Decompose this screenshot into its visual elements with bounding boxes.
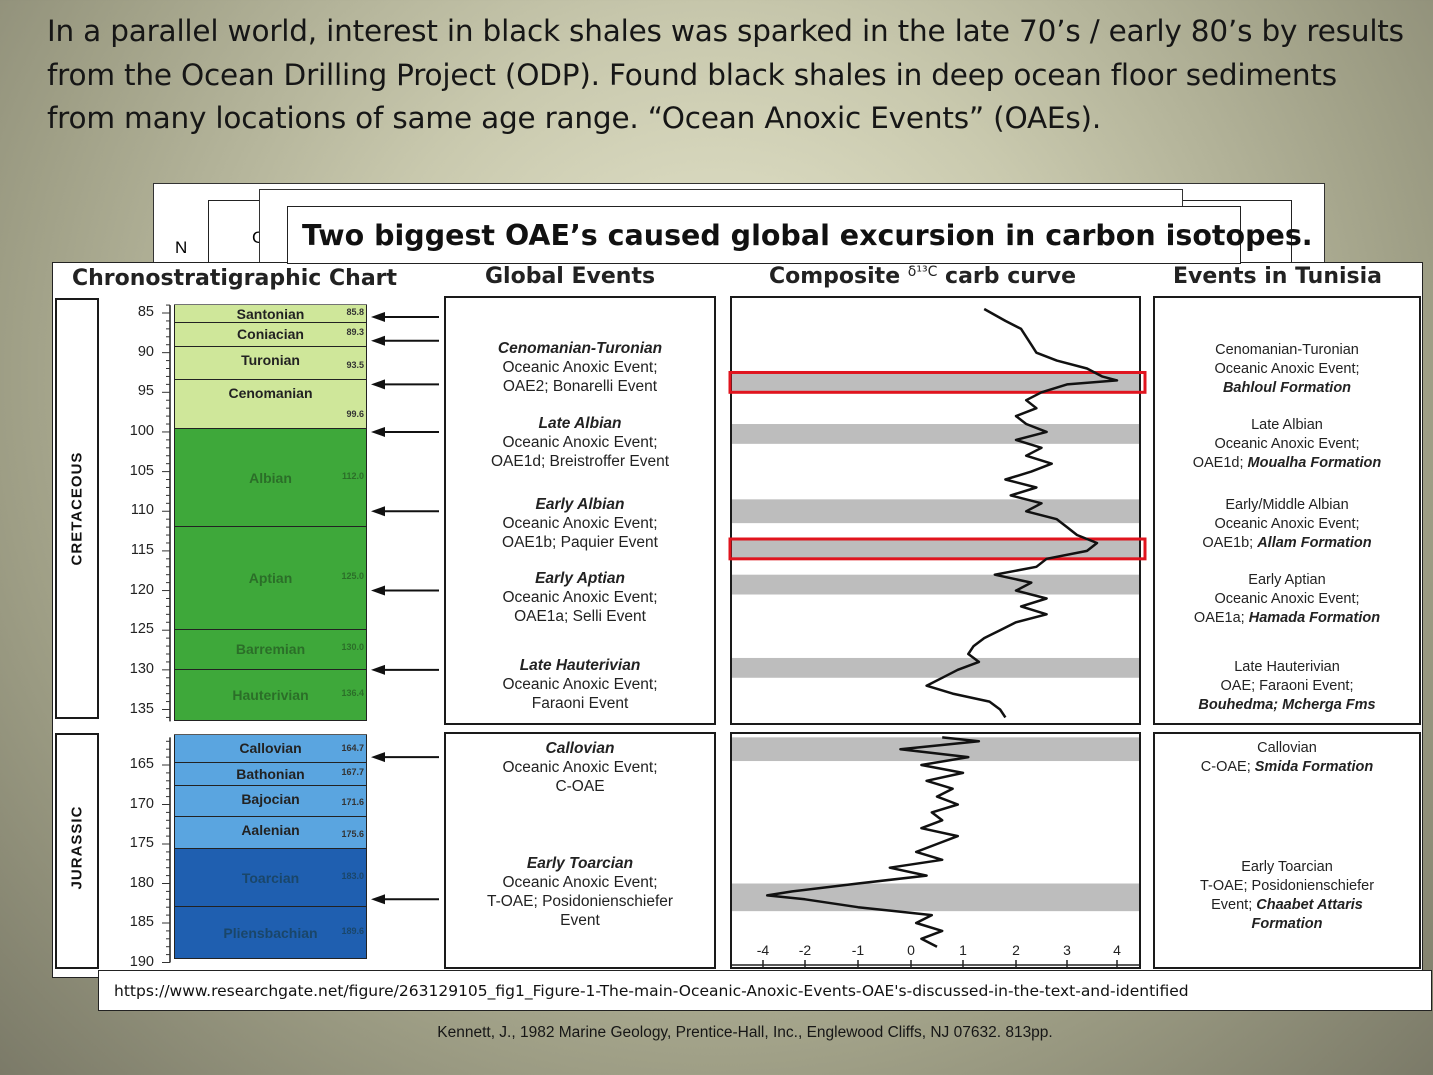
tunisia-event-line: Oceanic Anoxic Event; bbox=[1214, 361, 1360, 377]
oae-band bbox=[732, 424, 1139, 444]
global-event-line: Oceanic Anoxic Event; bbox=[502, 676, 658, 693]
global-event-line: OAE1a; Selli Event bbox=[514, 608, 646, 625]
global-event-line: Oceanic Anoxic Event; bbox=[502, 759, 658, 776]
x-tick-label: 2 bbox=[1012, 942, 1020, 958]
x-tick-label: -1 bbox=[852, 942, 865, 958]
tunisia-event-formation: Smida Formation bbox=[1254, 759, 1374, 775]
tunisia-event-prefix: C-OAE; bbox=[1200, 759, 1255, 775]
x-tick-label: 3 bbox=[1063, 942, 1071, 958]
tunisia-event-bahloul: Cenomanian-Turonian Oceanic Anoxic Event… bbox=[1154, 341, 1420, 398]
global-event-line: Faraoni Event bbox=[531, 695, 629, 712]
tunisia-event-line: Oceanic Anoxic Event; bbox=[1214, 516, 1360, 532]
global-event-title: Callovian bbox=[545, 740, 615, 757]
oae-band bbox=[732, 499, 1139, 524]
x-tick-label: 0 bbox=[907, 942, 915, 958]
global-event-line: Oceanic Anoxic Event; bbox=[502, 874, 658, 891]
oae-figure: Chronostratigraphic Chart Global Events … bbox=[52, 262, 1423, 978]
intro-line-3: from many locations of same age range. “… bbox=[47, 101, 1102, 135]
global-event-line: C-OAE bbox=[555, 778, 605, 795]
oae-band bbox=[732, 574, 1139, 595]
tunisia-event-prefix: Event; bbox=[1211, 897, 1257, 913]
tunisia-event-line: Oceanic Anoxic Event; bbox=[1214, 591, 1360, 607]
global-event-callovian: Callovian Oceanic Anoxic Event; C-OAE bbox=[448, 739, 712, 796]
tunisia-event-line: Early Toarcian bbox=[1241, 859, 1333, 875]
tunisia-event-formation: Allam Formation bbox=[1257, 535, 1372, 551]
tunisia-event-smida: Callovian C-OAE; Smida Formation bbox=[1154, 739, 1420, 777]
global-event-line: Oceanic Anoxic Event; bbox=[502, 434, 658, 451]
tunisia-event-formation: Bouhedma; Mcherga Fms bbox=[1198, 697, 1376, 713]
tunisia-event-formation: Bahloul Formation bbox=[1222, 380, 1352, 396]
global-event-cenomanian-turonian: Cenomanian-Turonian Oceanic Anoxic Event… bbox=[448, 339, 712, 396]
tunisia-event-prefix: OAE1a; bbox=[1193, 610, 1249, 626]
tunisia-event-formation: Chaabet Attaris bbox=[1256, 897, 1363, 913]
intro-line-1: In a parallel world, interest in black s… bbox=[47, 14, 1404, 48]
tunisia-event-line: Callovian bbox=[1257, 740, 1317, 756]
tunisia-event-line: T-OAE; Posidonienschiefer bbox=[1199, 878, 1375, 894]
intro-text: In a parallel world, interest in black s… bbox=[47, 10, 1417, 141]
back-sheet-letter-n: N bbox=[175, 238, 188, 257]
tunisia-event-formation: Hamada Formation bbox=[1248, 610, 1381, 626]
global-event-early-toarcian: Early Toarcian Oceanic Anoxic Event; T-O… bbox=[448, 854, 712, 930]
global-event-title: Late Hauterivian bbox=[519, 657, 641, 674]
global-event-line: Oceanic Anoxic Event; bbox=[502, 589, 658, 606]
x-tick-label: 1 bbox=[959, 942, 967, 958]
global-event-line: OAE2; Bonarelli Event bbox=[502, 378, 658, 395]
global-event-line: Event bbox=[560, 912, 600, 929]
tunisia-event-prefix: OAE1d; bbox=[1192, 455, 1248, 471]
global-event-line: T-OAE; Posidonienschiefer bbox=[486, 893, 674, 910]
tunisia-event-prefix: OAE1b; bbox=[1202, 535, 1258, 551]
global-event-title: Early Toarcian bbox=[526, 855, 634, 872]
x-tick-label: 4 bbox=[1113, 942, 1121, 958]
global-event-line: OAE1d; Breistroffer Event bbox=[490, 453, 670, 470]
global-event-early-albian: Early Albian Oceanic Anoxic Event; OAE1b… bbox=[448, 495, 712, 552]
global-event-title: Cenomanian-Turonian bbox=[497, 340, 663, 357]
tunisia-event-allam: Early/Middle Albian Oceanic Anoxic Event… bbox=[1154, 496, 1420, 553]
tunisia-event-line: Oceanic Anoxic Event; bbox=[1214, 436, 1360, 452]
global-event-line: Oceanic Anoxic Event; bbox=[502, 515, 658, 532]
tunisia-event-bouhedma: Late Hauterivian OAE; Faraoni Event; Bou… bbox=[1154, 658, 1420, 715]
tunisia-event-line: Early/Middle Albian bbox=[1225, 497, 1349, 513]
curve-jurassic bbox=[765, 736, 981, 948]
tunisia-event-line: OAE; Faraoni Event; bbox=[1220, 678, 1354, 694]
tunisia-event-formation: Moualha Formation bbox=[1247, 455, 1382, 471]
tunisia-event-line: Early Aptian bbox=[1248, 572, 1326, 588]
tunisia-event-moualha: Late Albian Oceanic Anoxic Event; OAE1d;… bbox=[1154, 416, 1420, 473]
citation: Kennett, J., 1982 Marine Geology, Prenti… bbox=[437, 1024, 1053, 1041]
tunisia-event-line: Late Hauterivian bbox=[1234, 659, 1340, 675]
global-event-title: Late Albian bbox=[538, 415, 622, 432]
tunisia-event-formation-2: Formation bbox=[1251, 916, 1323, 932]
source-url[interactable]: https://www.researchgate.net/figure/2631… bbox=[98, 970, 1432, 1011]
global-event-line: OAE1b; Paquier Event bbox=[502, 534, 658, 551]
oae-band bbox=[732, 737, 1139, 762]
tunisia-event-hamada: Early Aptian Oceanic Anoxic Event; OAE1a… bbox=[1154, 571, 1420, 628]
oae-band bbox=[732, 539, 1139, 559]
global-event-title: Early Aptian bbox=[535, 570, 625, 587]
x-tick-label: -4 bbox=[757, 942, 770, 958]
tunisia-event-line: Cenomanian-Turonian bbox=[1215, 342, 1359, 358]
global-event-early-aptian: Early Aptian Oceanic Anoxic Event; OAE1a… bbox=[448, 569, 712, 626]
tunisia-event-line: Late Albian bbox=[1251, 417, 1323, 433]
global-event-late-hauterivian: Late Hauterivian Oceanic Anoxic Event; F… bbox=[448, 656, 712, 713]
callout-banner: Two biggest OAE’s caused global excursio… bbox=[287, 206, 1313, 264]
global-event-line: Oceanic Anoxic Event; bbox=[502, 359, 658, 376]
global-event-late-albian: Late Albian Oceanic Anoxic Event; OAE1d;… bbox=[448, 414, 712, 471]
oae-band bbox=[732, 657, 1139, 678]
global-event-title: Early Albian bbox=[535, 496, 625, 513]
intro-line-2: from the Ocean Drilling Project (ODP). F… bbox=[47, 57, 1337, 92]
tunisia-event-chaabet: Early Toarcian T-OAE; Posidonienschiefer… bbox=[1154, 858, 1420, 934]
x-tick-label: -2 bbox=[799, 942, 812, 958]
